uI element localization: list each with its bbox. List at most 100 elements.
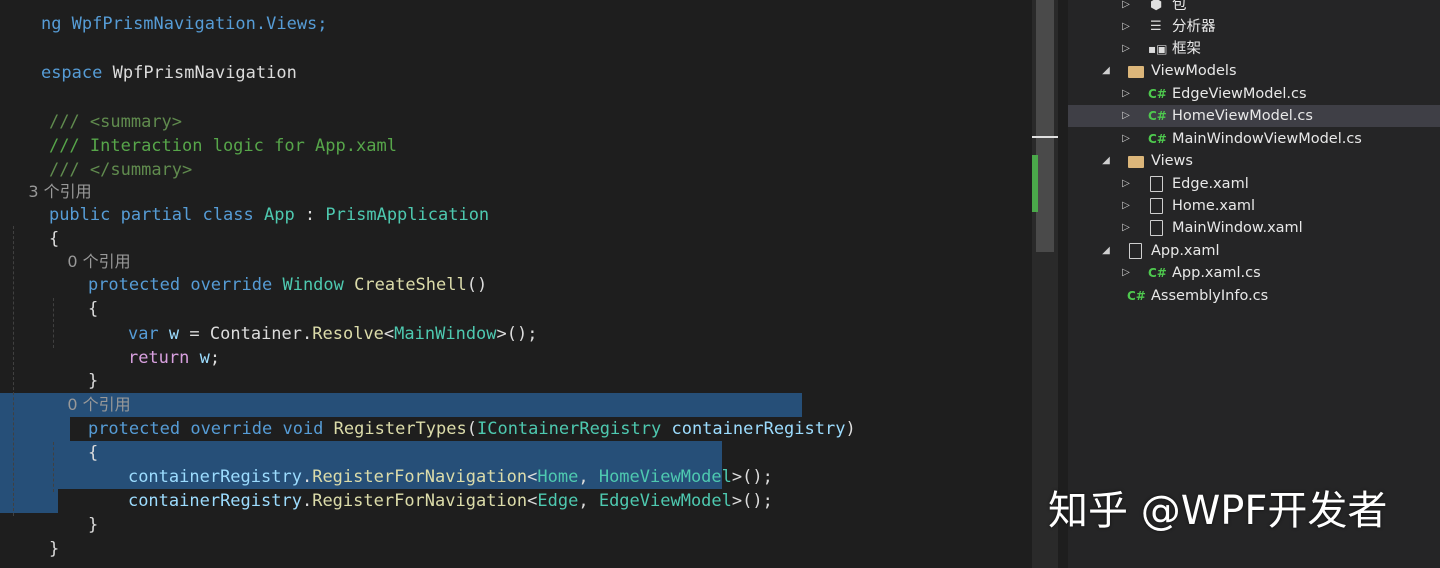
expand-arrow-icon[interactable]: ▷ bbox=[1120, 16, 1132, 38]
expand-arrow-icon[interactable]: ▷ bbox=[1120, 0, 1132, 16]
code-token: return bbox=[127, 348, 190, 368]
code-line: var w = Container.Resolve<MainWindow>(); bbox=[87, 298, 538, 344]
codelens-references[interactable]: 3 个引用 bbox=[8, 156, 91, 201]
codelens-references[interactable]: 0 个引用 bbox=[47, 226, 130, 271]
code-token: } bbox=[48, 539, 60, 559]
tree-item-mainwindowviewmodel[interactable]: ▷ C# MainWindowViewModel.cs bbox=[1068, 128, 1440, 150]
expand-arrow-icon[interactable]: ▷ bbox=[1120, 38, 1132, 60]
code-token: RegisterForNavigation bbox=[312, 491, 528, 511]
tree-item-homeviewmodel[interactable]: ▷ C# HomeViewModel.cs bbox=[1068, 105, 1440, 127]
code-line: } bbox=[8, 513, 59, 559]
code-token: RegisterTypes bbox=[333, 419, 467, 439]
csharp-file-icon: C# bbox=[1148, 87, 1167, 101]
code-token: containerRegistry bbox=[127, 491, 302, 511]
xaml-file-icon bbox=[1150, 220, 1163, 236]
folder-icon bbox=[1128, 66, 1144, 78]
code-token: MainWindow bbox=[394, 324, 497, 344]
code-token: . bbox=[302, 324, 313, 344]
code-token: } bbox=[87, 515, 99, 535]
csharp-file-icon: C# bbox=[1127, 289, 1146, 303]
folder-icon bbox=[1128, 156, 1144, 168]
code-token: protected bbox=[87, 419, 181, 439]
expand-arrow-icon[interactable]: ▷ bbox=[1120, 128, 1132, 150]
code-token: App bbox=[263, 205, 295, 225]
code-token: void bbox=[282, 419, 324, 439]
code-token: override bbox=[190, 275, 273, 295]
tree-item-packages[interactable]: ▷ ⬢ 包 bbox=[1068, 0, 1440, 16]
expand-arrow-icon[interactable]: ▷ bbox=[1120, 217, 1132, 239]
code-line: { bbox=[8, 203, 59, 249]
code-editor[interactable]: ng WpfPrismNavigation.Views; espace WpfP… bbox=[0, 0, 1032, 568]
code-token: ; bbox=[209, 348, 221, 368]
codelens-references[interactable]: 0 个引用 bbox=[47, 369, 130, 414]
collapse-arrow-icon[interactable]: ◢ bbox=[1100, 60, 1112, 82]
tree-item-app-xaml[interactable]: ◢ App.xaml bbox=[1068, 240, 1440, 262]
tree-item-label: Edge.xaml bbox=[1172, 176, 1249, 192]
tree-item-label: App.xaml bbox=[1151, 243, 1220, 259]
code-token: IContainerRegistry bbox=[476, 419, 662, 439]
tree-item-label: 包 bbox=[1172, 0, 1187, 13]
tree-item-analyzers[interactable]: ▷ ☰ 分析器 bbox=[1068, 16, 1440, 38]
code-token: w bbox=[199, 348, 210, 368]
expand-arrow-icon[interactable]: ▷ bbox=[1120, 262, 1132, 284]
expand-arrow-icon[interactable]: ▷ bbox=[1120, 195, 1132, 217]
code-line: return w; bbox=[87, 322, 220, 368]
tree-item-label: App.xaml.cs bbox=[1172, 265, 1261, 281]
tree-item-app-xaml-cs[interactable]: ▷ C# App.xaml.cs bbox=[1068, 262, 1440, 284]
csharp-file-icon: C# bbox=[1148, 109, 1167, 123]
code-token: </summary> bbox=[89, 160, 193, 180]
editor-scrollbar-thumb[interactable] bbox=[1036, 0, 1054, 252]
code-token: protected bbox=[87, 275, 181, 295]
watermark-text: 知乎 @WPF开发者 bbox=[1048, 488, 1388, 534]
code-line: containerRegistry.RegisterForNavigation<… bbox=[87, 465, 773, 511]
tree-item-edge-xaml[interactable]: ▷ Edge.xaml bbox=[1068, 173, 1440, 195]
analyzer-icon: ☰ bbox=[1150, 19, 1162, 34]
expand-arrow-icon[interactable]: ▷ bbox=[1120, 173, 1132, 195]
code-line: public partial class App : PrismApplicat… bbox=[8, 179, 489, 225]
tree-item-views-folder[interactable]: ◢ Views bbox=[1068, 150, 1440, 172]
tree-item-label: Views bbox=[1151, 153, 1193, 169]
tree-item-label: EdgeViewModel.cs bbox=[1172, 86, 1307, 102]
tree-item-label: ViewModels bbox=[1151, 63, 1237, 79]
collapse-arrow-icon[interactable]: ◢ bbox=[1100, 150, 1112, 172]
tree-item-home-xaml[interactable]: ▷ Home.xaml bbox=[1068, 195, 1440, 217]
code-token: EdgeViewModel bbox=[598, 491, 732, 511]
code-line: /// </summary> bbox=[8, 134, 192, 180]
code-line: ng WpfPrismNavigation.Views; bbox=[0, 0, 328, 34]
package-icon: ⬢ bbox=[1150, 0, 1163, 13]
tree-item-label: 分析器 bbox=[1172, 19, 1216, 35]
code-token: containerRegistry bbox=[671, 419, 846, 439]
tree-item-label: Home.xaml bbox=[1172, 198, 1256, 214]
tree-item-label: AssemblyInfo.cs bbox=[1151, 288, 1269, 304]
scrollbar-caret-marker bbox=[1032, 136, 1058, 138]
code-token: ng WpfPrismNavigation.Views; bbox=[40, 14, 328, 34]
tree-item-label: MainWindow.xaml bbox=[1172, 220, 1303, 236]
code-line: containerRegistry.RegisterForNavigation<… bbox=[87, 441, 773, 487]
tree-item-assemblyinfo[interactable]: C# AssemblyInfo.cs bbox=[1068, 285, 1440, 307]
code-token: override bbox=[190, 419, 273, 439]
code-token: CreateShell bbox=[354, 275, 467, 295]
tree-item-viewmodels-folder[interactable]: ◢ ViewModels bbox=[1068, 60, 1440, 82]
collapse-arrow-icon[interactable]: ◢ bbox=[1100, 240, 1112, 262]
code-token: , bbox=[578, 491, 599, 511]
expand-arrow-icon[interactable]: ▷ bbox=[1120, 83, 1132, 105]
tree-item-mainwindow-xaml[interactable]: ▷ MainWindow.xaml bbox=[1068, 217, 1440, 239]
code-token: Resolve bbox=[312, 324, 384, 344]
expand-arrow-icon[interactable]: ▷ bbox=[1120, 105, 1132, 127]
code-line: { bbox=[47, 417, 98, 463]
scrollbar-change-marker bbox=[1032, 155, 1038, 212]
tree-item-edgeviewmodel[interactable]: ▷ C# EdgeViewModel.cs bbox=[1068, 83, 1440, 105]
code-token: Window bbox=[282, 275, 344, 295]
code-line: { bbox=[47, 273, 98, 319]
xaml-file-icon bbox=[1150, 176, 1163, 192]
tree-item-frameworks[interactable]: ▷ ▪▣ 框架 bbox=[1068, 38, 1440, 60]
